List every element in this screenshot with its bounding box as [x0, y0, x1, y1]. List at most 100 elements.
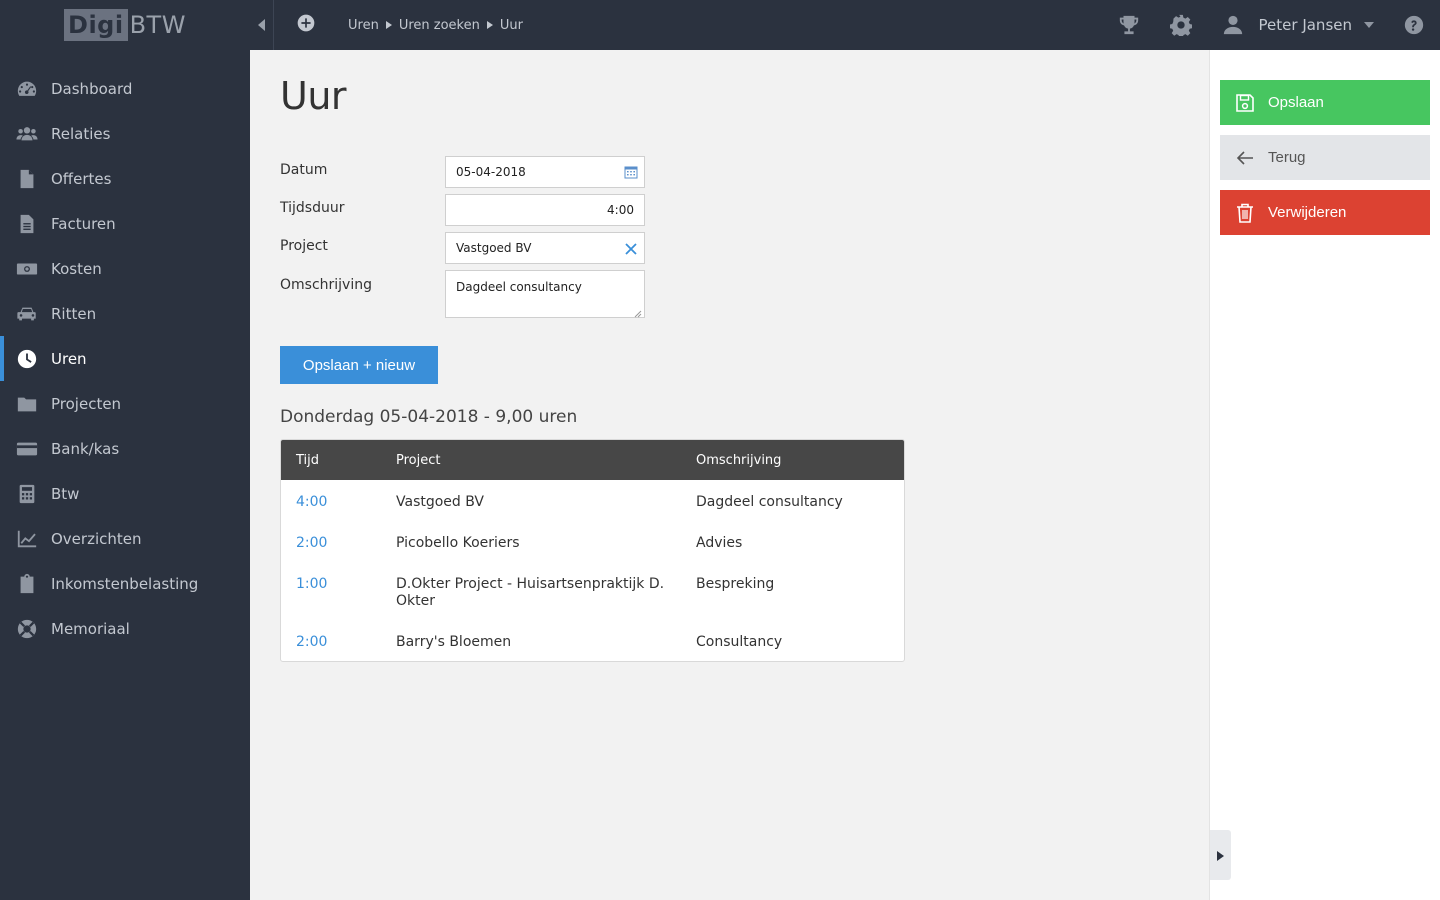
sidebar-item-offertes[interactable]: Offertes	[0, 156, 250, 201]
collapse-sidebar-button[interactable]	[250, 0, 274, 50]
sidebar-item-uren[interactable]: Uren	[0, 336, 250, 381]
table-row[interactable]: 1:00 D.Okter Project - Huisartsenpraktij…	[281, 562, 904, 620]
chart-line-icon	[16, 528, 38, 550]
delete-label: Verwijderen	[1268, 204, 1347, 221]
save-label: Opslaan	[1268, 94, 1324, 111]
column-header-omschrijving[interactable]: Omschrijving	[696, 453, 781, 468]
sidebar-item-label: Bank/kas	[51, 439, 120, 458]
caret-right-icon	[1217, 846, 1224, 865]
datum-value: 05-04-2018	[456, 165, 526, 179]
sidebar-item-inkomstenbelasting[interactable]: Inkomstenbelasting	[0, 561, 250, 606]
sidebar: Digi BTW Dashboard Relaties Offertes Fact…	[0, 0, 250, 900]
add-button[interactable]	[296, 13, 316, 37]
sidebar-item-label: Kosten	[51, 259, 102, 278]
resize-handle-icon[interactable]	[634, 307, 642, 318]
sidebar-item-btw[interactable]: Btw	[0, 471, 250, 516]
sidebar-item-relaties[interactable]: Relaties	[0, 111, 250, 156]
project-select[interactable]: Vastgoed BV	[445, 232, 645, 264]
dashboard-icon	[16, 78, 38, 100]
datum-label: Datum	[280, 162, 328, 178]
table-row[interactable]: 4:00 Vastgoed BV Dagdeel consultancy	[281, 480, 904, 521]
calculator-icon	[16, 483, 38, 505]
sidebar-item-ritten[interactable]: Ritten	[0, 291, 250, 336]
lifebuoy-icon	[16, 618, 38, 640]
clear-icon[interactable]	[624, 242, 638, 256]
caret-left-icon	[257, 16, 267, 35]
sidebar-item-label: Dashboard	[51, 79, 133, 98]
clipboard-icon	[16, 573, 38, 595]
sidebar-nav: Dashboard Relaties Offertes Facturen Kos…	[0, 66, 250, 651]
sidebar-item-label: Facturen	[51, 214, 116, 233]
trash-icon	[1234, 202, 1256, 224]
row-project: D.Okter Project - Huisartsenpraktijk D. …	[396, 576, 665, 609]
project-value: Vastgoed BV	[456, 241, 532, 255]
sidebar-item-memoriaal[interactable]: Memoriaal	[0, 606, 250, 651]
logo[interactable]: Digi BTW	[0, 0, 250, 50]
row-project: Vastgoed BV	[396, 494, 485, 510]
sidebar-item-facturen[interactable]: Facturen	[0, 201, 250, 246]
credit-card-icon	[16, 438, 38, 460]
row-time[interactable]: 1:00	[296, 576, 327, 592]
row-description: Advies	[696, 535, 743, 551]
sidebar-item-label: Ritten	[51, 304, 97, 323]
chevron-down-icon	[1364, 22, 1374, 28]
sidebar-item-label: Memoriaal	[51, 619, 130, 638]
row-description: Dagdeel consultancy	[696, 494, 843, 510]
gear-icon[interactable]	[1169, 13, 1193, 37]
row-description: Consultancy	[696, 634, 783, 650]
car-icon	[16, 303, 38, 325]
back-label: Terug	[1268, 149, 1306, 166]
save-button[interactable]: Opslaan	[1220, 80, 1430, 125]
breadcrumb-item-uren[interactable]: Uren	[348, 18, 379, 33]
row-time[interactable]: 4:00	[296, 494, 327, 510]
sidebar-item-label: Projecten	[51, 394, 122, 413]
breadcrumb: Uren Uren zoeken Uur	[348, 18, 523, 33]
logo-btw: BTW	[129, 11, 186, 39]
caret-right-icon	[486, 21, 493, 29]
main-content: Uur Datum 05-04-2018 Tijdsduur 4:00 Proj…	[250, 50, 1209, 900]
sidebar-item-label: Inkomstenbelasting	[51, 574, 199, 593]
user-menu[interactable]: Peter Jansen	[1221, 13, 1374, 37]
row-description: Bespreking	[696, 576, 775, 592]
sidebar-item-label: Uren	[51, 349, 87, 368]
omschrijving-value: Dagdeel consultancy	[456, 280, 582, 294]
sidebar-item-projecten[interactable]: Projecten	[0, 381, 250, 426]
table-row[interactable]: 2:00 Picobello Koeriers Advies	[281, 521, 904, 562]
money-icon	[16, 258, 38, 280]
file-icon	[16, 168, 38, 190]
sidebar-item-kosten[interactable]: Kosten	[0, 246, 250, 291]
tijdsduur-label: Tijdsduur	[280, 200, 345, 216]
row-time[interactable]: 2:00	[296, 535, 327, 551]
row-time[interactable]: 2:00	[296, 634, 327, 650]
sidebar-item-label: Overzichten	[51, 529, 142, 548]
page-title: Uur	[280, 74, 347, 118]
calendar-icon[interactable]	[624, 165, 638, 179]
table-row[interactable]: 2:00 Barry's Bloemen Consultancy	[281, 620, 904, 661]
sidebar-item-overzichten[interactable]: Overzichten	[0, 516, 250, 561]
save-icon	[1234, 92, 1256, 114]
row-project: Picobello Koeriers	[396, 535, 520, 551]
breadcrumb-item-uur: Uur	[499, 17, 523, 33]
logo-digi: Digi	[64, 9, 128, 41]
sidebar-item-label: Btw	[51, 484, 80, 503]
tijdsduur-value: 4:00	[607, 203, 634, 217]
tijdsduur-field[interactable]: 4:00	[445, 194, 645, 226]
plus-circle-icon	[296, 13, 316, 37]
panel-toggle-button[interactable]	[1210, 830, 1231, 880]
column-header-tijd[interactable]: Tijd	[296, 453, 319, 468]
omschrijving-textarea[interactable]: Dagdeel consultancy	[445, 270, 645, 318]
datum-field[interactable]: 05-04-2018	[445, 156, 645, 188]
project-label: Project	[280, 238, 328, 254]
back-button[interactable]: Terug	[1220, 135, 1430, 180]
save-new-button[interactable]: Opslaan + nieuw	[280, 346, 438, 384]
trophy-icon[interactable]	[1117, 13, 1141, 37]
help-icon[interactable]	[1402, 13, 1426, 37]
delete-button[interactable]: Verwijderen	[1220, 190, 1430, 235]
column-header-project[interactable]: Project	[396, 452, 666, 469]
sidebar-item-bank-kas[interactable]: Bank/kas	[0, 426, 250, 471]
user-name: Peter Jansen	[1258, 16, 1352, 34]
omschrijving-label: Omschrijving	[280, 277, 372, 293]
sidebar-item-dashboard[interactable]: Dashboard	[0, 66, 250, 111]
table-header: Tijd Project Omschrijving	[281, 440, 904, 480]
breadcrumb-item-uren-zoeken[interactable]: Uren zoeken	[399, 18, 480, 33]
